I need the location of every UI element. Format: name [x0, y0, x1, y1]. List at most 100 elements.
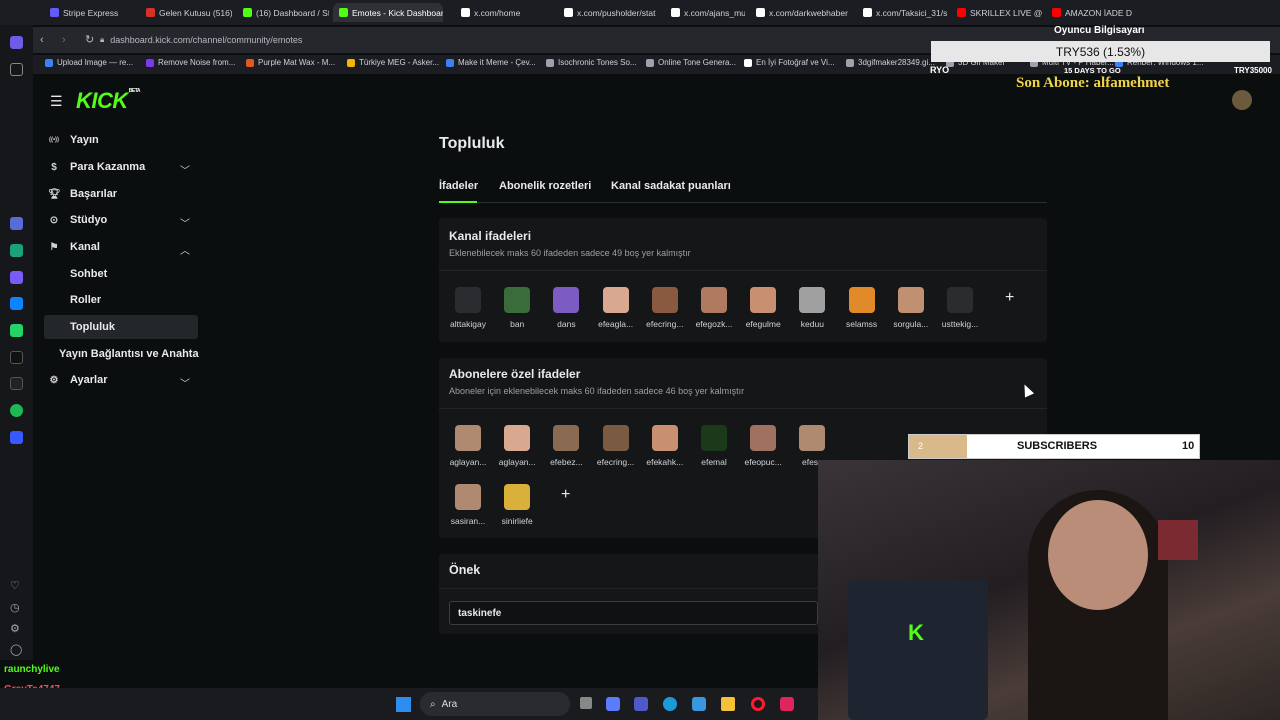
- emote-item[interactable]: efebez...: [544, 425, 588, 467]
- sidebar-item-studio[interactable]: ⊙ Stüdyo: [48, 214, 107, 226]
- store-icon[interactable]: [692, 697, 706, 711]
- emote-item[interactable]: aglayan...: [495, 425, 539, 467]
- emote-item[interactable]: selamss: [840, 287, 884, 329]
- emote-item[interactable]: sorgula...: [889, 287, 933, 329]
- add-channel-emote-button[interactable]: +: [1005, 289, 1014, 307]
- bookmark-item[interactable]: Remove Noise from...: [146, 58, 235, 67]
- sidebar-subitem[interactable]: Roller: [70, 294, 101, 306]
- whatsapp-icon[interactable]: [10, 324, 23, 337]
- aria-icon[interactable]: [10, 217, 23, 230]
- emote-item[interactable]: efekahk...: [643, 425, 687, 467]
- emote-item[interactable]: dans: [544, 287, 588, 329]
- emote-item[interactable]: efecring...: [643, 287, 687, 329]
- subscriber-label: SUBSCRIBERS: [1017, 440, 1098, 452]
- emote-item[interactable]: ban: [495, 287, 539, 329]
- chatgpt-icon[interactable]: [10, 244, 23, 257]
- browser-tab[interactable]: x.com/ajans_muhbir/: [665, 3, 745, 22]
- emote-item[interactable]: sinirliefe: [495, 484, 539, 526]
- spotify-icon[interactable]: [10, 404, 23, 417]
- emote-item[interactable]: efegulme: [741, 287, 785, 329]
- add-sub-emote-button[interactable]: +: [561, 486, 570, 504]
- sidebar-item-settings[interactable]: ⚙ Ayarlar: [48, 374, 108, 386]
- bookmark-item[interactable]: Purple Mat Wax - M...: [246, 58, 335, 67]
- bookmark-item[interactable]: 3dgifmaker28349.gi...: [846, 58, 935, 67]
- messenger-icon[interactable]: [10, 297, 23, 310]
- task-view-icon[interactable]: [580, 697, 592, 709]
- windows-start-icon[interactable]: [396, 697, 411, 712]
- sidebar-subitem[interactable]: Topluluk: [70, 321, 115, 333]
- tiktok-icon[interactable]: [10, 351, 23, 364]
- reload-icon[interactable]: ↻: [85, 33, 94, 46]
- tab-favicon-icon: [243, 8, 252, 17]
- emote-item[interactable]: efecring...: [594, 425, 638, 467]
- tab-title: x.com/ajans_muhbir/: [684, 7, 745, 18]
- browser-tab[interactable]: x.com/darkwebhaber: [750, 3, 850, 22]
- player-icon[interactable]: [10, 431, 23, 444]
- bookmark-item[interactable]: Online Tone Genera...: [646, 58, 736, 67]
- emote-item[interactable]: usttekig...: [938, 287, 982, 329]
- browser-tab[interactable]: x.com/home: [455, 3, 553, 22]
- hamburger-menu-icon[interactable]: ☰: [50, 93, 63, 110]
- forward-icon[interactable]: ›: [62, 34, 66, 46]
- browser-tab[interactable]: AMAZON İADE D: [1046, 3, 1136, 22]
- chevron-down-icon[interactable]: ﹀: [180, 375, 190, 390]
- tab-active[interactable]: Emotes - Kick Dashboard: [333, 3, 443, 22]
- edge-icon[interactable]: [663, 697, 677, 711]
- sidebar-item-broadcast[interactable]: ((•)) Yayın: [48, 134, 99, 146]
- heart-icon[interactable]: ♡: [10, 579, 23, 592]
- tab-loyalty-points[interactable]: Kanal sadakat puanları: [611, 180, 731, 192]
- bookmark-item[interactable]: Isochronic Tones So...: [546, 58, 637, 67]
- prefix-input[interactable]: taskinefe: [449, 601, 818, 625]
- browser-tab[interactable]: Stripe Express: [44, 3, 136, 22]
- emote-item[interactable]: keduu: [790, 287, 834, 329]
- emote-item[interactable]: sasiran...: [446, 484, 490, 526]
- emote-item[interactable]: efeagla...: [594, 287, 638, 329]
- browser-tab[interactable]: SKRILLEX LIVE @ ULTI: [951, 3, 1043, 22]
- emote-item[interactable]: alttakigay: [446, 287, 490, 329]
- taskbar-search[interactable]: ⌕ Ara: [420, 692, 570, 716]
- tab-emotes[interactable]: İfadeler: [439, 180, 478, 192]
- emote-image-icon: [504, 484, 531, 510]
- teams-icon[interactable]: [634, 697, 648, 711]
- avatar[interactable]: [1232, 90, 1252, 110]
- emote-image-icon: [651, 287, 678, 313]
- tab-title: x.com/Taksici_31/stat: [876, 7, 947, 18]
- emote-item[interactable]: efemal: [692, 425, 736, 467]
- opera-icon[interactable]: [751, 697, 765, 711]
- history-icon[interactable]: ◷: [10, 601, 23, 614]
- cs-icon[interactable]: [10, 271, 23, 284]
- star-icon[interactable]: [10, 63, 23, 76]
- home-icon[interactable]: [10, 36, 23, 49]
- chevron-down-icon[interactable]: ﹀: [180, 215, 190, 230]
- sidebar-item-dollar[interactable]: $ Para Kazanma: [48, 161, 145, 173]
- chevron-down-icon[interactable]: ﹀: [180, 162, 190, 177]
- settings-icon[interactable]: ⚙: [10, 622, 23, 635]
- emote-item[interactable]: aglayan...: [446, 425, 490, 467]
- bookmark-item[interactable]: En İyi Fotoğraf ve Vi...: [744, 58, 835, 67]
- copilot-icon[interactable]: [606, 697, 620, 711]
- tab-sub-badges[interactable]: Abonelik rozetleri: [499, 180, 591, 192]
- emote-item[interactable]: efegozk...: [692, 287, 736, 329]
- back-icon[interactable]: ‹: [40, 34, 44, 46]
- sidebar-item-trophy[interactable]: 🏆︎ Başarılar: [48, 188, 117, 200]
- explorer-icon[interactable]: [721, 697, 735, 711]
- sidebar-subitem[interactable]: Sohbet: [70, 268, 107, 280]
- bookmark-favicon-icon: [744, 58, 752, 67]
- app-icon[interactable]: [780, 697, 794, 711]
- browser-tab[interactable]: x.com/pusholder/stat: [558, 3, 658, 22]
- browser-tab[interactable]: x.com/Taksici_31/stat: [857, 3, 947, 22]
- sidebar-subitem[interactable]: Yayın Bağlantısı ve Anahtarı: [59, 348, 199, 360]
- bookmark-label: Isochronic Tones So...: [558, 58, 637, 67]
- kick-logo[interactable]: KICKBETA: [76, 88, 141, 114]
- bookmark-item[interactable]: Make it Meme - Çev...: [446, 58, 536, 67]
- browser-tab[interactable]: (16) Dashboard / Stre: [237, 3, 329, 22]
- url-field[interactable]: 🔒︎ dashboard.kick.com/channel/community/e…: [100, 32, 930, 48]
- sidebar-item-channel[interactable]: ⚑ Kanal: [48, 241, 100, 253]
- chevron-up-icon[interactable]: ︿: [180, 242, 190, 257]
- bookmark-item[interactable]: Upload Image — re...: [45, 58, 133, 67]
- bulb-icon[interactable]: ◯: [10, 643, 23, 656]
- browser-tab[interactable]: Gelen Kutusu (516) -: [140, 3, 232, 22]
- bookmark-item[interactable]: Türkiye MEG - Asker...: [347, 58, 439, 67]
- emote-item[interactable]: efeopuc...: [741, 425, 785, 467]
- x-icon[interactable]: [10, 377, 23, 390]
